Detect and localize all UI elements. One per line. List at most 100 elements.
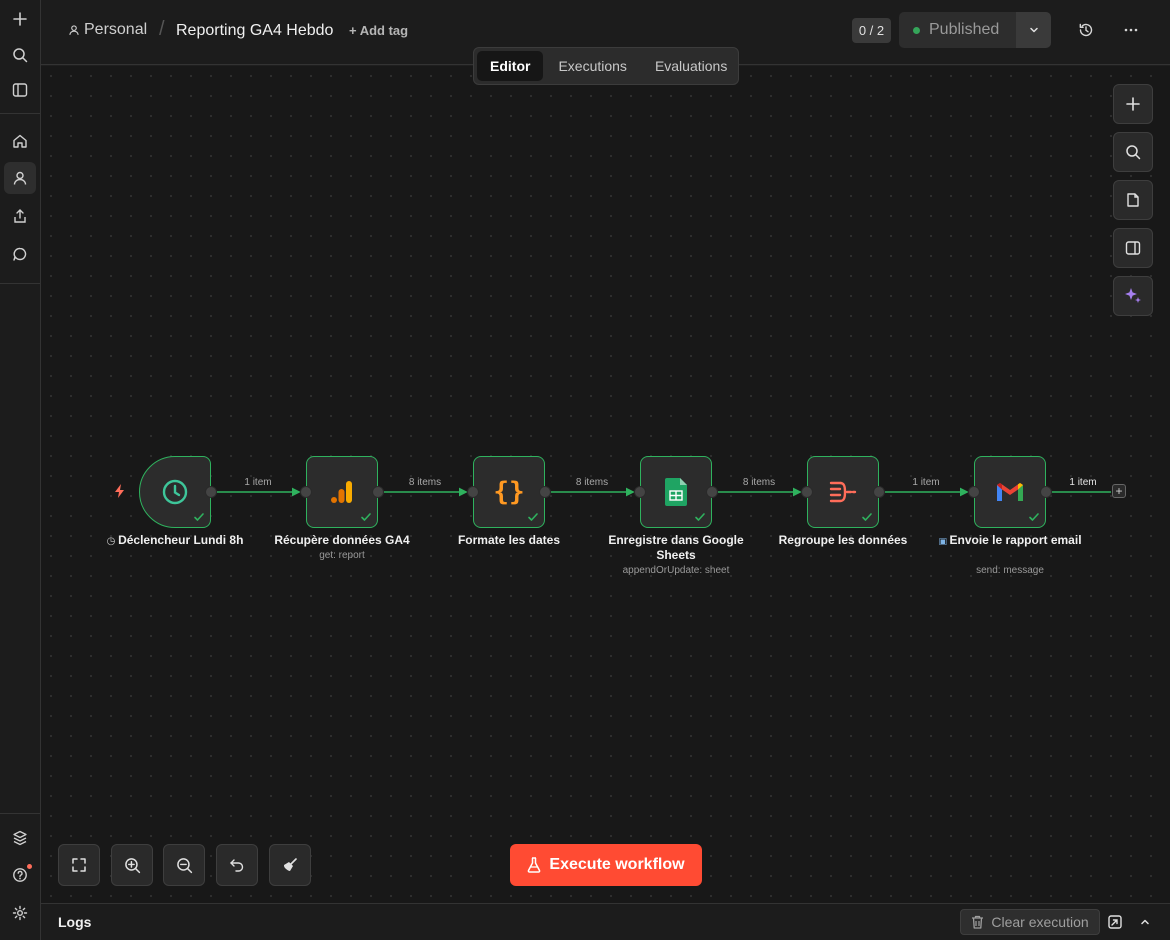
create-icon[interactable] <box>4 3 36 35</box>
clear-execution-label: Clear execution <box>991 914 1089 930</box>
search-nodes-button[interactable] <box>1113 132 1153 172</box>
ai-assistant-button[interactable] <box>1113 276 1153 316</box>
node-code[interactable]: {} <box>467 456 551 528</box>
popout-icon[interactable] <box>1107 914 1123 930</box>
logs-panel[interactable]: Logs Clear execution <box>41 903 1170 940</box>
settings-icon[interactable] <box>4 897 36 929</box>
share-icon[interactable] <box>4 200 36 232</box>
publish-button[interactable]: Published <box>899 12 1016 48</box>
node-label: Regroupe les données <box>778 533 908 547</box>
chat-icon[interactable] <box>4 238 36 270</box>
history-icon[interactable] <box>1074 18 1098 42</box>
zoom-in-button[interactable] <box>111 844 153 886</box>
execute-workflow-button[interactable]: Execute workflow <box>510 844 702 886</box>
node-label: Récupère données GA4 <box>274 533 410 547</box>
publish-options-button[interactable] <box>1016 12 1051 48</box>
undo-button[interactable] <box>216 844 258 886</box>
zoom-out-button[interactable] <box>163 844 205 886</box>
node-aggregate[interactable] <box>801 456 885 528</box>
zoom-out-icon <box>176 857 192 873</box>
fit-view-button[interactable] <box>58 844 100 886</box>
clear-execution-button[interactable]: Clear execution <box>960 909 1100 935</box>
connection-label: 8 items <box>742 477 776 488</box>
input-handle[interactable] <box>968 486 980 498</box>
input-handle[interactable] <box>467 486 479 498</box>
clock-icon: ◷ <box>106 536 119 547</box>
output-handle[interactable] <box>205 486 217 498</box>
node-gmail[interactable] <box>968 456 1052 528</box>
output-handle[interactable] <box>1040 486 1052 498</box>
workflow-title[interactable]: Reporting GA4 Hebdo <box>176 22 333 40</box>
connection-label: 1 item <box>244 477 272 488</box>
connection-label: 8 items <box>575 477 609 488</box>
sidebar-divider <box>0 283 40 284</box>
templates-icon[interactable] <box>4 822 36 854</box>
add-node-plus-icon[interactable]: + <box>1112 484 1126 498</box>
more-options-icon[interactable] <box>1119 18 1143 42</box>
broom-icon <box>284 858 297 871</box>
breadcrumb-project[interactable]: Personal <box>68 21 147 39</box>
node-google-analytics[interactable] <box>300 456 384 528</box>
search-icon <box>1126 145 1141 160</box>
plus-icon <box>1126 97 1140 111</box>
breadcrumb-separator: / <box>159 18 165 40</box>
success-check-icon <box>1029 513 1039 521</box>
sidebar-divider <box>0 813 40 814</box>
output-handle[interactable] <box>706 486 718 498</box>
trigger-lightning-icon <box>114 484 126 503</box>
success-check-icon <box>528 513 538 521</box>
toggle-panel-button[interactable] <box>1113 228 1153 268</box>
input-handle[interactable] <box>300 486 312 498</box>
input-handle[interactable] <box>634 486 646 498</box>
sidebar-divider <box>0 113 40 114</box>
user-icon <box>69 25 79 35</box>
personal-icon[interactable] <box>4 162 36 194</box>
search-icon[interactable] <box>4 39 36 71</box>
clock-icon <box>162 479 188 505</box>
input-handle[interactable] <box>801 486 813 498</box>
node-label: Formate les dates <box>457 533 561 547</box>
node-schedule-trigger[interactable] <box>139 456 217 528</box>
success-check-icon <box>194 513 204 521</box>
chevron-down-icon <box>1029 27 1038 33</box>
tidy-up-button[interactable] <box>269 844 311 886</box>
success-check-icon <box>862 513 872 521</box>
output-handle[interactable] <box>539 486 551 498</box>
node-subtitle: get: report <box>319 550 365 561</box>
success-check-icon <box>361 513 371 521</box>
publish-label: Published <box>929 21 1000 38</box>
chevron-up-icon[interactable] <box>1137 914 1153 930</box>
add-node-button[interactable] <box>1113 84 1153 124</box>
home-icon[interactable] <box>4 125 36 157</box>
google-sheets-icon <box>665 478 687 506</box>
sticky-note-icon <box>1127 193 1139 207</box>
tab-executions[interactable]: Executions <box>545 51 639 81</box>
zoom-in-icon <box>124 857 140 873</box>
tab-editor[interactable]: Editor <box>477 51 544 81</box>
version-counter: 0 / 2 <box>852 18 891 43</box>
toggle-sidebar-icon[interactable] <box>4 74 36 106</box>
output-handle[interactable] <box>372 486 384 498</box>
fit-view-icon <box>72 858 86 872</box>
notification-dot <box>27 864 32 869</box>
tab-evaluations[interactable]: Evaluations <box>642 51 740 81</box>
sparkles-icon <box>1125 288 1141 303</box>
output-handle[interactable] <box>873 486 885 498</box>
flask-icon <box>528 857 541 873</box>
trash-icon <box>972 915 984 929</box>
google-analytics-icon <box>331 481 352 503</box>
add-tag-button[interactable]: + Add tag <box>349 23 408 38</box>
logs-title: Logs <box>58 914 92 930</box>
sticky-note-button[interactable] <box>1113 180 1153 220</box>
workflow-canvas[interactable]: ◷ Déclencheur Lundi 8h Récupère données … <box>41 66 1170 903</box>
status-dot <box>913 26 920 34</box>
node-subtitle: send: message <box>976 565 1044 576</box>
aggregate-icon <box>829 481 857 503</box>
node-google-sheets[interactable] <box>634 456 718 528</box>
project-name: Personal <box>84 21 148 38</box>
node-label: ◷ Déclencheur Lundi 8h <box>106 533 244 547</box>
help-icon[interactable] <box>4 859 36 891</box>
node-subtitle: appendOrUpdate: sheet <box>622 565 730 576</box>
panel-icon <box>1125 241 1141 255</box>
node-label: Enregistre dans Google Sheets <box>608 533 744 562</box>
